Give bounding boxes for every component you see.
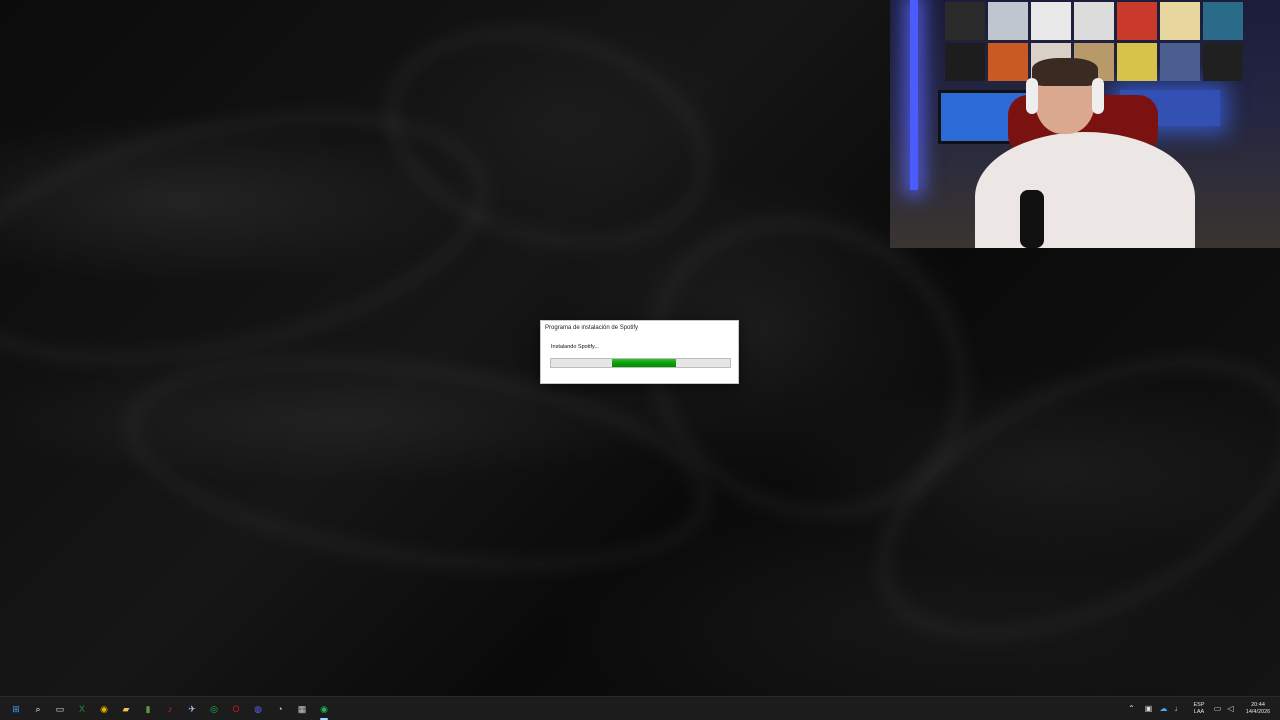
volume-icon[interactable]: ◁ <box>1226 704 1235 713</box>
minecraft-icon[interactable]: ▮ <box>141 702 155 716</box>
windows-start-icon[interactable]: ⊞ <box>9 702 23 716</box>
spotify-installer-icon[interactable]: ◉ <box>317 702 331 720</box>
onedrive-icon[interactable]: ☁ <box>1159 704 1168 713</box>
dialog-title: Programa de instalación de Spotify <box>545 325 639 331</box>
search-icon[interactable]: ⌕ <box>31 702 45 716</box>
person-sweater <box>975 132 1195 248</box>
headset <box>1092 78 1104 114</box>
clock-date: 14/4/2026 <box>1245 709 1271 715</box>
tiktok-icon[interactable]: ♪ <box>163 702 177 716</box>
opera-icon[interactable]: O <box>229 702 243 716</box>
network-icon[interactable]: ▭ <box>1213 704 1222 713</box>
webcam-overlay <box>890 0 1280 248</box>
progress-bar-fill <box>611 359 677 367</box>
microphone <box>1020 190 1044 248</box>
microphone-tray-icon[interactable]: ♩ <box>1174 704 1183 713</box>
task-view-icon[interactable]: ▭ <box>53 702 67 716</box>
show-hidden-icons-chevron-icon[interactable]: ⌃ <box>1127 704 1136 713</box>
obs-icon[interactable]: ◔ <box>273 702 287 716</box>
clock-time: 20:44 <box>1251 702 1265 708</box>
steam-icon[interactable]: ✈ <box>185 702 199 716</box>
file-explorer-icon[interactable]: ▰ <box>119 702 133 716</box>
language-indicator[interactable]: ESP LAA <box>1189 702 1209 716</box>
calculator-icon[interactable]: ▦ <box>295 702 309 716</box>
taskbar: ⊞ ⌕ ▭ X ◉ ▰ ▮ ♪ ✈ ◎ O ◍ ◔ ▦ ◉ ⌃ ▣ ☁ ♩ ESP LAA ▭ ◁ 20:4… <box>0 696 1280 720</box>
clock[interactable]: 20:44 14/4/2026 <box>1238 702 1278 716</box>
excel-icon[interactable]: X <box>75 702 89 716</box>
spotify-icon[interactable]: ◎ <box>207 702 221 716</box>
keyboard-layout-code: LAA <box>1193 709 1205 715</box>
language-code: ESP <box>1193 702 1205 708</box>
person-hair <box>1032 58 1098 86</box>
chrome-icon[interactable]: ◉ <box>97 702 111 716</box>
headset <box>1026 78 1038 114</box>
spotify-installer-dialog: Programa de instalación de Spotify Insta… <box>540 320 739 384</box>
install-progress-bar <box>550 358 731 368</box>
discord-icon[interactable]: ◍ <box>251 702 265 716</box>
neon-light <box>910 0 918 190</box>
tray-app-icon[interactable]: ▣ <box>1144 704 1153 713</box>
install-status-text: Instalando Spotify... <box>551 344 599 350</box>
